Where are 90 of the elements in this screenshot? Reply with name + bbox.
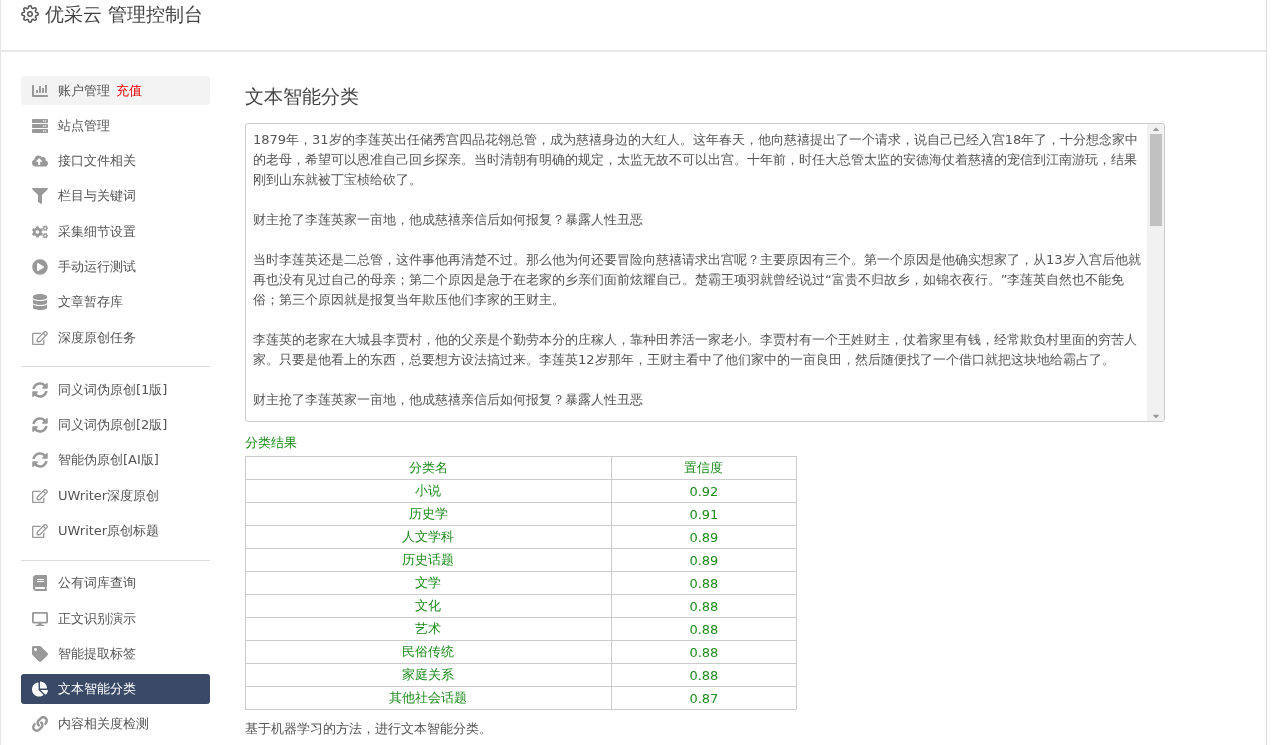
sidebar-item[interactable]: 智能伪原创[AI版]	[21, 445, 210, 476]
sidebar-label: 账户管理	[58, 81, 110, 100]
text-area[interactable]	[245, 123, 1165, 422]
sidebar-label: UWriter原创标题	[58, 522, 160, 540]
menu-icon	[32, 117, 48, 134]
menu-icon	[32, 575, 48, 592]
menu-icon	[32, 610, 48, 627]
column-header: 置信度	[611, 456, 797, 480]
menu-icon	[32, 417, 48, 434]
table-cell: 0.87	[611, 686, 797, 710]
menu-icon	[32, 716, 48, 733]
sidebar-label: UWriter深度原创	[58, 486, 160, 505]
page-title: 文本智能分类	[245, 84, 360, 109]
sidebar-item[interactable]: UWriter深度原创	[21, 481, 210, 511]
scrollbar-thumb[interactable]	[1149, 134, 1162, 226]
sidebar-label: 文本智能分类	[58, 680, 136, 699]
sidebar-label: 文章暂存库	[58, 293, 123, 312]
table-cell: 艺术	[245, 617, 612, 641]
sidebar-item[interactable]: 文章暂存库	[21, 287, 210, 317]
sidebar-item[interactable]: 接口文件相关	[21, 146, 210, 176]
sidebar-label: 接口文件相关	[58, 152, 136, 171]
sidebar-label: 智能伪原创[AI版]	[58, 451, 159, 470]
menu-icon	[32, 294, 48, 311]
menu-icon	[32, 329, 48, 346]
scrollbar[interactable]	[1147, 124, 1164, 421]
recharge-link[interactable]: 充值	[116, 81, 142, 100]
column-header: 分类名	[245, 456, 612, 480]
sidebar-label: 内容相关度检测	[58, 715, 149, 734]
app-title: 优采云 管理控制台	[45, 2, 204, 27]
table-cell: 0.88	[611, 571, 797, 595]
sidebar-item[interactable]: 文本智能分类	[21, 674, 210, 704]
menu-icon	[32, 82, 48, 99]
sidebar-item[interactable]: UWriter原创标题	[21, 516, 210, 546]
table-cell: 民俗传统	[245, 640, 612, 664]
sidebar-label: 栏目与关键词	[58, 187, 136, 206]
menu-icon	[32, 487, 48, 504]
sidebar-item[interactable]: 同义词伪原创[1版]	[21, 375, 210, 405]
table-cell: 0.89	[611, 525, 797, 549]
sidebar-item[interactable]: 站点管理	[21, 111, 210, 141]
sidebar-item[interactable]: 手动运行测试	[21, 252, 210, 282]
table-cell: 家庭关系	[245, 663, 612, 687]
sidebar-item[interactable]: 正文识别演示	[21, 603, 210, 634]
sidebar-item[interactable]: 同义词伪原创[2版]	[21, 410, 210, 440]
sidebar-item[interactable]: 栏目与关键词	[21, 181, 210, 212]
menu-icon	[32, 259, 48, 276]
text-paragraph: 财主抢了李莲英家一亩地，他成慈禧亲信后如何报复？暴露人性丑恶	[253, 211, 644, 229]
sidebar-label: 采集细节设置	[58, 222, 136, 241]
sidebar-label: 智能提取标签	[58, 644, 136, 663]
sidebar-item[interactable]: 账户管理 充值	[21, 76, 210, 106]
menu-icon	[32, 223, 48, 240]
table-cell: 人文学科	[245, 525, 612, 549]
table-cell: 0.88	[611, 617, 797, 641]
description: 基于机器学习的方法，进行文本智能分类。	[245, 720, 493, 738]
text-paragraph: 1879年，31岁的李莲英出任储秀宫四品花翎总管，成为慈禧身边的大红人。这年春天，他向慈禧提出了一个请求，说自己已经入宫18年了，十分想念家中的老母，希望可以恩准自己回乡探亲。当时清朝有明确的规定，太监无故不可以出宫。十年前，时任大总管太监的安德海仗着慈禧的宠信到江南游玩，结果刚到山东就被丁宝桢给砍了。	[253, 131, 1140, 189]
sidebar-item[interactable]: 公有词库查询	[21, 568, 210, 598]
sidebar-item[interactable]: 深度原创任务	[21, 322, 210, 353]
sidebar-item[interactable]: 采集细节设置	[21, 217, 210, 247]
sidebar-label: 同义词伪原创[1版]	[58, 380, 168, 399]
sidebar-label: 同义词伪原创[2版]	[58, 416, 168, 435]
sidebar-label: 正文识别演示	[58, 609, 136, 628]
table-cell: 历史话题	[245, 548, 612, 572]
table-cell: 0.91	[611, 502, 797, 526]
table-cell: 其他社会话题	[245, 686, 612, 710]
menu-icon	[32, 153, 48, 170]
menu-icon	[32, 188, 48, 205]
table-cell: 0.88	[611, 594, 797, 618]
table-cell: 历史学	[245, 502, 612, 526]
table-cell: 小说	[245, 479, 612, 503]
menu-icon	[32, 381, 48, 398]
table-cell: 0.88	[611, 640, 797, 664]
menu-icon	[32, 523, 48, 539]
table-cell: 文化	[245, 594, 612, 618]
settings-icon	[21, 5, 39, 23]
sidebar-label: 公有词库查询	[58, 574, 136, 593]
result-label: 分类结果	[245, 434, 298, 452]
table-cell: 0.88	[611, 663, 797, 687]
menu-icon	[32, 645, 48, 662]
sidebar-item[interactable]: 智能提取标签	[21, 639, 210, 669]
text-paragraph: 财主抢了李莲英家一亩地，他成慈禧亲信后如何报复？暴露人性丑恶	[253, 391, 644, 409]
text-paragraph: 当时李莲英还是二总管，这件事他再清楚不过。那么他为何还要冒险向慈禧请求出宫呢？主要原因有三个。第一个原因是他确实想家了，从13岁入宫后他就再也没有见过自己的母亲；第二个原因是急于在老家的乡亲们面前炫耀自己。楚霸王项羽就曾经说过“富贵不归故乡，如锦衣夜行。”李莲英自然也不能免俗；第三个原因就是报复当年欺压他们李家的王财主。	[253, 251, 1141, 309]
text-paragraph: 李莲英的老家在大城县李贾村，他的父亲是个勤劳本分的庄稼人，靠种田养活一家老小。李贾村有一个王姓财主，仗着家里有钱，经常欺负村里面的穷苦人家。只要是他看上的东西，总要想方设法搞过来。李莲英12岁那年，王财主看中了他们家中的一亩良田，然后随便找了一个借口就把这块地给霸占了。	[253, 331, 1138, 369]
table-cell: 0.89	[611, 548, 797, 572]
menu-icon	[32, 681, 48, 698]
sidebar-label: 站点管理	[58, 116, 110, 135]
menu-icon	[32, 452, 48, 469]
table-cell: 0.92	[611, 479, 797, 503]
table-cell: 文学	[245, 571, 612, 595]
sidebar-label: 手动运行测试	[58, 258, 136, 277]
sidebar-label: 深度原创任务	[58, 328, 136, 347]
sidebar-item[interactable]: 内容相关度检测	[21, 709, 210, 739]
